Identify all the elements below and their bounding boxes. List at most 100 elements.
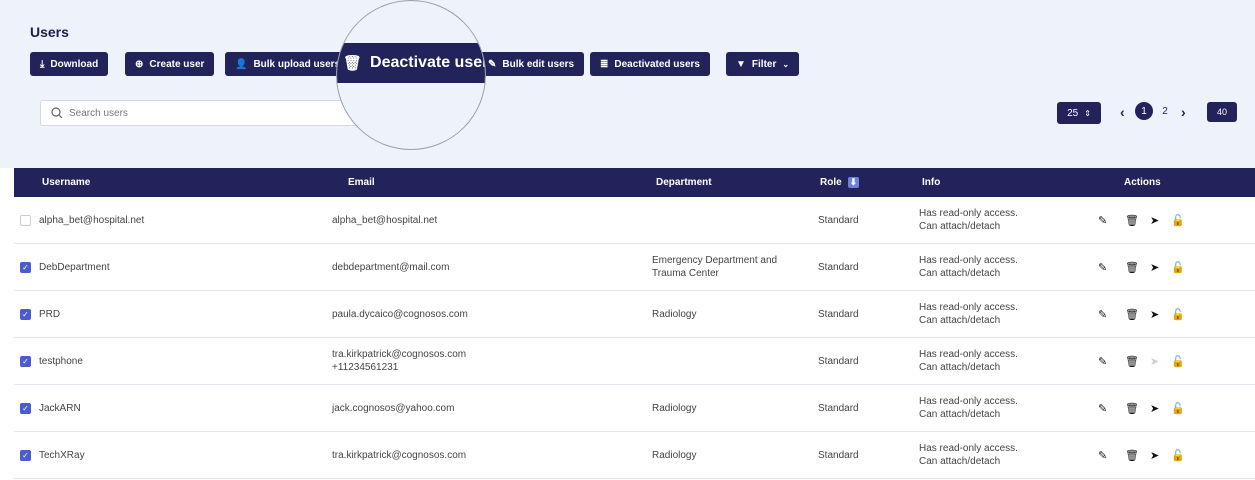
department-cell: Radiology: [652, 291, 696, 337]
trash-icon[interactable]: 🗑: [1125, 244, 1139, 290]
email-cell: tra.kirkpatrick@cognosos.com: [332, 432, 466, 478]
info-cell: Has read-only access. Can attach/detach: [919, 291, 1018, 337]
table-row: ✓ DebDepartment debdepartment@mail.com Emer…: [14, 244, 1255, 291]
page-1[interactable]: 1: [1135, 102, 1153, 120]
create-user-button[interactable]: ⊕ Create user: [125, 52, 215, 76]
info-line1: Has read-only access.: [919, 443, 1018, 454]
last-page-button[interactable]: 40: [1207, 102, 1237, 122]
role: Standard: [818, 402, 859, 414]
username-cell: ✓ testphone: [20, 338, 83, 384]
table-row: alpha_bet@hospital.net alpha_bet@hospital…: [14, 197, 1255, 244]
search-field[interactable]: [40, 100, 370, 126]
info-line1: Has read-only access.: [919, 396, 1018, 407]
unlock-icon[interactable]: 🔓: [1171, 244, 1185, 290]
trash-icon[interactable]: 🗑: [1125, 432, 1139, 478]
username: alpha_bet@hospital.net: [39, 214, 145, 226]
send-icon[interactable]: ➤: [1150, 338, 1159, 384]
unlock-icon[interactable]: 🔓: [1171, 432, 1185, 478]
info-line1: Has read-only access.: [919, 255, 1018, 266]
next-page-icon[interactable]: ›: [1181, 104, 1186, 120]
page-title: Users: [30, 24, 69, 40]
info-line2: Can attach/detach: [919, 409, 1001, 420]
info-line1: Has read-only access.: [919, 302, 1018, 313]
username-cell: ✓ JackARN: [20, 385, 81, 431]
email: paula.dycaico@cognosos.com: [332, 308, 468, 320]
info-line1: Has read-only access.: [919, 208, 1018, 219]
department: Emergency Department and: [652, 255, 778, 266]
username: PRD: [39, 308, 61, 320]
row-checkbox[interactable]: ✓: [20, 261, 31, 273]
department-line2: Trauma Center: [652, 268, 719, 279]
department-cell: Emergency Department and Trauma Center: [652, 244, 777, 290]
trash-icon: 🗑: [343, 55, 363, 72]
email: alpha_bet@hospital.net: [332, 214, 438, 226]
download-icon: ⤓: [40, 58, 45, 70]
prev-page-icon[interactable]: ‹: [1120, 104, 1125, 120]
page-header: Users ⤓ Download ⊕ Create user 👤 Bulk up…: [0, 0, 1255, 168]
email-cell: paula.dycaico@cognosos.com: [332, 291, 468, 337]
table-row: ✓ TechXRay tra.kirkpatrick@cognosos.com Rad…: [14, 432, 1255, 479]
email: debdepartment@mail.com: [332, 261, 450, 273]
search-input[interactable]: [69, 107, 349, 119]
sort-icon[interactable]: ⬇: [847, 177, 860, 188]
header-username[interactable]: Username: [42, 168, 90, 197]
info-line2: Can attach/detach: [919, 362, 1001, 373]
role: Standard: [818, 449, 859, 461]
deactivated-users-button[interactable]: ≣ Deactivated users: [590, 52, 710, 76]
unlock-icon[interactable]: 🔓: [1171, 338, 1185, 384]
filter-button[interactable]: ▼ Filter ⌄: [726, 52, 800, 76]
add-user-icon: 👤: [235, 58, 248, 70]
unlock-icon[interactable]: 🔓: [1171, 291, 1185, 337]
send-icon[interactable]: ➤: [1150, 385, 1159, 431]
edit-icon[interactable]: ✎: [1098, 338, 1107, 384]
page-size-select[interactable]: 25 ⇕: [1057, 102, 1101, 124]
deactivate-users-button[interactable]: 🗑 Deactivate users: [337, 43, 485, 83]
info-line1: Has read-only access.: [919, 349, 1018, 360]
pencil-icon: ✎: [488, 58, 497, 70]
header-email[interactable]: Email: [348, 168, 375, 197]
row-checkbox[interactable]: ✓: [20, 308, 31, 320]
edit-icon[interactable]: ✎: [1098, 291, 1107, 337]
edit-icon[interactable]: ✎: [1098, 197, 1107, 243]
bulk-edit-button[interactable]: ✎ Bulk edit users: [478, 52, 585, 76]
chevron-down-icon: ⌄: [782, 59, 790, 69]
search-icon: [51, 107, 63, 119]
row-checkbox[interactable]: ✓: [20, 449, 31, 461]
send-icon[interactable]: ➤: [1150, 197, 1159, 243]
send-icon[interactable]: ➤: [1150, 291, 1159, 337]
info-line2: Can attach/detach: [919, 221, 1001, 232]
table-row: ✓ JackARN jack.cognosos@yahoo.com Radiology…: [14, 385, 1255, 432]
username: JackARN: [39, 402, 81, 414]
trash-icon[interactable]: 🗑: [1125, 385, 1139, 431]
bulk-upload-button[interactable]: 👤 Bulk upload users: [225, 52, 351, 76]
send-icon[interactable]: ➤: [1150, 244, 1159, 290]
row-checkbox[interactable]: ✓: [20, 402, 31, 414]
send-icon[interactable]: ➤: [1150, 432, 1159, 478]
email-cell: debdepartment@mail.com: [332, 244, 449, 290]
unlock-icon[interactable]: 🔓: [1171, 385, 1185, 431]
header-role[interactable]: Role ⬇: [820, 168, 860, 197]
email-cell: tra.kirkpatrick@cognosos.com +11234561231: [332, 338, 466, 384]
edit-icon[interactable]: ✎: [1098, 385, 1107, 431]
role: Standard: [818, 214, 859, 226]
row-checkbox[interactable]: [20, 214, 31, 226]
table-row: ✓ PRD paula.dycaico@cognosos.com Radiology S…: [14, 291, 1255, 338]
trash-icon[interactable]: 🗑: [1125, 291, 1139, 337]
username: testphone: [39, 355, 83, 367]
trash-icon[interactable]: 🗑: [1125, 338, 1139, 384]
page-2[interactable]: 2: [1156, 102, 1174, 120]
edit-icon[interactable]: ✎: [1098, 244, 1107, 290]
trash-icon[interactable]: 🗑: [1125, 197, 1139, 243]
info-cell: Has read-only access. Can attach/detach: [919, 432, 1018, 478]
username-cell: alpha_bet@hospital.net: [20, 197, 144, 243]
header-department[interactable]: Department: [656, 168, 712, 197]
unlock-icon[interactable]: 🔓: [1171, 197, 1185, 243]
zoom-lens: 🗑 Deactivate users: [336, 0, 486, 150]
info-cell: Has read-only access. Can attach/detach: [919, 385, 1018, 431]
department: Radiology: [652, 449, 697, 461]
edit-icon[interactable]: ✎: [1098, 432, 1107, 478]
email: tra.kirkpatrick@cognosos.com: [332, 449, 467, 461]
filter-icon: ▼: [736, 58, 746, 70]
download-button[interactable]: ⤓ Download: [30, 52, 109, 76]
row-checkbox[interactable]: ✓: [20, 355, 31, 367]
